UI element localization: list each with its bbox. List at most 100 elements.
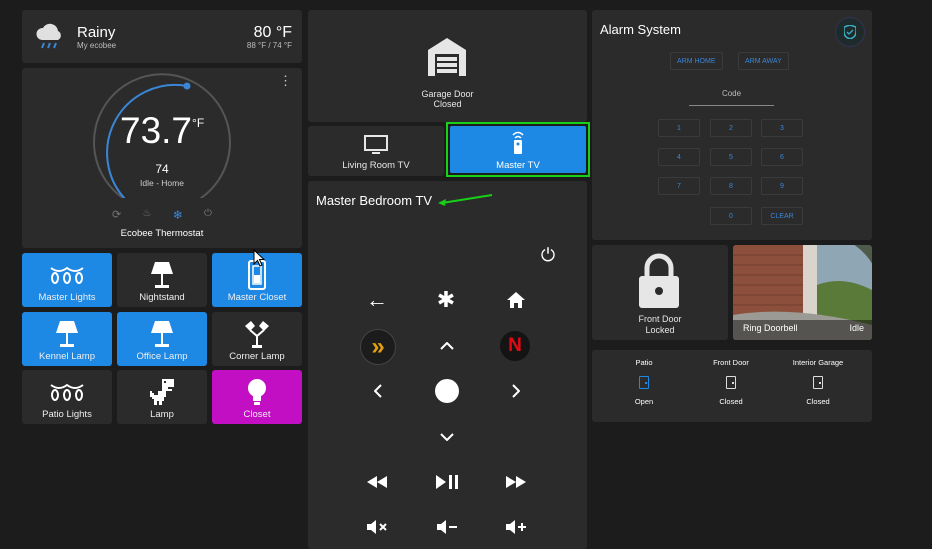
- tile-master-lights[interactable]: Master Lights: [22, 253, 112, 307]
- play-pause-button[interactable]: [433, 471, 461, 493]
- code-label: Code: [721, 89, 742, 98]
- doorbell-state: Idle: [849, 323, 864, 333]
- lamp-icon: [117, 319, 207, 349]
- setpoint-handle: [183, 82, 191, 90]
- doorbell-label: Ring Doorbell: [743, 323, 798, 333]
- tile-kennel-lamp[interactable]: Kennel Lamp: [22, 312, 112, 366]
- garage-door-card[interactable]: Garage Door Closed: [308, 10, 587, 122]
- weather-card[interactable]: Rainy My ecobee 80 °F 88 °F / 74 °F: [22, 10, 302, 63]
- sync-icon[interactable]: ⟳: [112, 208, 121, 222]
- ring-doorbell-card[interactable]: Ring Doorbell Idle: [733, 245, 872, 340]
- tile-label: Master Lights: [38, 292, 96, 303]
- tile-corner-lamp[interactable]: Corner Lamp: [212, 312, 302, 366]
- door-sensor-state: Open: [634, 397, 654, 406]
- code-input[interactable]: Code: [689, 89, 774, 106]
- snowflake-icon[interactable]: ❄: [173, 208, 183, 222]
- key-8[interactable]: 8: [710, 177, 752, 195]
- door-icon: [639, 376, 649, 389]
- power-button[interactable]: ⏻: [536, 243, 560, 267]
- door-sensor[interactable]: Front Door Closed: [686, 358, 776, 406]
- living-room-tv-label: Living Room TV: [342, 160, 410, 171]
- tile-patio-lights[interactable]: Patio Lights: [22, 370, 112, 424]
- left-button[interactable]: [368, 381, 388, 401]
- living-room-tv-button[interactable]: Living Room TV: [308, 126, 444, 176]
- power-icon[interactable]: ⏻: [204, 208, 212, 222]
- tile-nightstand[interactable]: Nightstand: [117, 253, 207, 307]
- front-door-state: Locked: [645, 325, 675, 335]
- alarm-title: Alarm System: [600, 22, 681, 37]
- key-5[interactable]: 5: [710, 148, 752, 166]
- weather-range: 88 °F / 74 °F: [246, 41, 292, 50]
- select-button[interactable]: [435, 379, 459, 403]
- arm-home-button[interactable]: ARM HOME: [670, 52, 723, 70]
- key-1[interactable]: 1: [658, 119, 700, 137]
- front-door-label: Front Door: [638, 314, 682, 324]
- fast-forward-button[interactable]: [502, 471, 530, 493]
- tile-label: Nightstand: [139, 292, 185, 303]
- current-temp: 73.7°F: [120, 110, 205, 151]
- bulb-icon: [212, 377, 302, 407]
- key-2[interactable]: 2: [710, 119, 752, 137]
- tile-label: Kennel Lamp: [39, 351, 95, 362]
- shield-icon[interactable]: [835, 17, 865, 47]
- down-button[interactable]: [437, 427, 457, 447]
- star-button[interactable]: ✱: [434, 287, 458, 312]
- key-9[interactable]: 9: [761, 177, 803, 195]
- master-tv-label: Master TV: [496, 160, 540, 171]
- home-button[interactable]: [504, 288, 528, 312]
- door-sensor-name: Patio: [635, 358, 653, 367]
- alarm-card: Alarm System ARM HOME ARM AWAY Code 123 4…: [592, 10, 872, 240]
- back-button[interactable]: ←: [365, 287, 389, 312]
- lamp-icon: [117, 260, 207, 290]
- thermostat-card[interactable]: ⋮ 73.7°F 74 Idle - Home ⟳ ♨ ❄ ⏻ Ecobee T…: [22, 68, 302, 248]
- lock-icon: [636, 253, 682, 314]
- dino-icon: [117, 377, 207, 407]
- door-sensor-name: Front Door: [713, 358, 749, 367]
- key-7[interactable]: 7: [658, 177, 700, 195]
- netflix-icon[interactable]: N: [500, 331, 530, 361]
- home-icon: [507, 292, 525, 308]
- door-icon: [813, 376, 823, 389]
- door-sensor-state: Closed: [719, 397, 743, 406]
- lamp-icon: [22, 319, 112, 349]
- right-button[interactable]: [506, 381, 526, 401]
- clear-button[interactable]: CLEAR: [761, 207, 803, 225]
- up-button[interactable]: [437, 336, 457, 356]
- arm-away-button[interactable]: ARM AWAY: [738, 52, 789, 70]
- tile-closet[interactable]: Closet: [212, 370, 302, 424]
- tile-label: Patio Lights: [42, 409, 92, 420]
- volume-down-button[interactable]: [433, 516, 461, 538]
- garage-icon: [426, 36, 468, 81]
- mute-button[interactable]: [363, 516, 391, 538]
- door-sensor-name: Interior Garage: [792, 358, 844, 367]
- fire-icon[interactable]: ♨: [142, 208, 151, 222]
- plex-icon[interactable]: »: [360, 329, 396, 365]
- key-6[interactable]: 6: [761, 148, 803, 166]
- garage-state: Closed: [433, 99, 462, 109]
- door-sensor[interactable]: Interior Garage Closed: [773, 358, 863, 406]
- garage-label: Garage Door: [421, 89, 474, 99]
- front-door-lock-card[interactable]: Front Door Locked: [592, 245, 728, 340]
- key-3[interactable]: 3: [761, 119, 803, 137]
- mouse-cursor: [253, 248, 266, 272]
- weather-location: My ecobee: [77, 41, 117, 50]
- target-temp: 74: [155, 162, 169, 176]
- master-tv-button[interactable]: Master TV: [446, 122, 590, 177]
- weather-temp: 80 °F: [253, 24, 292, 41]
- thermostat-status: Idle - Home: [140, 178, 184, 188]
- rewind-button[interactable]: [363, 471, 391, 493]
- door-sensor-state: Closed: [806, 397, 830, 406]
- weather-condition: Rainy: [77, 24, 116, 41]
- annotation-arrow: [438, 194, 493, 206]
- tile-label: Closet: [243, 409, 271, 420]
- string-lights-icon: [22, 377, 112, 407]
- key-0[interactable]: 0: [710, 207, 752, 225]
- door-sensors-card: Patio Open Front Door Closed Interior Gara…: [592, 350, 872, 422]
- door-sensor[interactable]: Patio Open: [599, 358, 689, 406]
- tile-label: Corner Lamp: [229, 351, 285, 362]
- string-lights-icon: [22, 260, 112, 290]
- key-4[interactable]: 4: [658, 148, 700, 166]
- volume-up-button[interactable]: [502, 516, 530, 538]
- tile-lamp[interactable]: Lamp: [117, 370, 207, 424]
- tile-office-lamp[interactable]: Office Lamp: [117, 312, 207, 366]
